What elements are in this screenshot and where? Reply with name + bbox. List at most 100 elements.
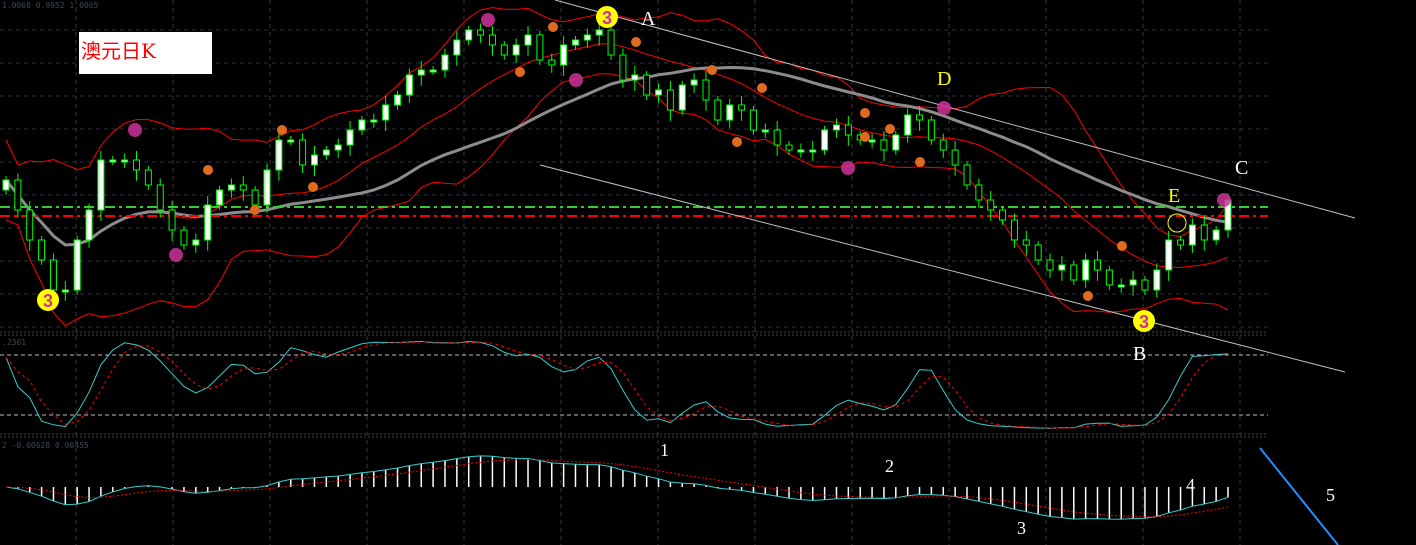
candle-bullish (524, 34, 532, 46)
signal-marker-orange (548, 22, 558, 32)
candle-bearish (49, 259, 57, 291)
candle-bullish (382, 104, 390, 121)
annotation-5: 5 (1326, 485, 1335, 505)
candle-bullish (61, 289, 69, 293)
candle-bullish (868, 139, 876, 143)
stochastic-values: .2361 (2, 338, 27, 347)
signal-marker-magenta (1217, 193, 1231, 207)
candle-bullish (797, 149, 805, 153)
signal-marker-orange (515, 67, 525, 77)
candlestick-chart: 3 3 3 (0, 0, 1356, 545)
candle-bullish (465, 29, 473, 41)
title-label-box: 澳元日K (79, 32, 212, 74)
annotation-3: 3 (1017, 518, 1026, 538)
signal-marker-magenta (128, 123, 142, 137)
candle-bearish (500, 44, 508, 56)
candle-bullish (1058, 264, 1066, 271)
candle-bearish (714, 99, 722, 121)
signal-marker-orange (308, 182, 318, 192)
candle-bullish (358, 119, 366, 131)
candle-bearish (548, 59, 556, 66)
candle-bearish (963, 164, 971, 186)
signal-marker-orange (860, 108, 870, 118)
candle-bullish (1117, 284, 1125, 288)
candle-bullish (394, 94, 402, 106)
candle-bearish (880, 139, 888, 151)
candle-bearish (643, 74, 651, 96)
signal-marker-orange (915, 157, 925, 167)
candle-bullish (192, 239, 200, 246)
signal-marker-orange (885, 124, 895, 134)
candle-bullish (85, 209, 93, 241)
candle-bullish (1188, 224, 1196, 246)
signal-marker-orange (1117, 241, 1127, 251)
candle-bearish (14, 179, 22, 211)
candle-bearish (477, 29, 485, 36)
candle-bullish (821, 129, 829, 151)
candle-bullish (417, 69, 425, 76)
candle-bullish (726, 104, 734, 121)
candle-bullish (1129, 279, 1137, 286)
candle-bullish (832, 124, 840, 131)
annotation-4: 4 (1186, 475, 1195, 495)
candle-bearish (773, 129, 781, 146)
candle-bearish (1105, 269, 1113, 286)
annotation-d: D (937, 68, 952, 90)
candle-bearish (156, 184, 164, 211)
macd-line (5, 455, 1229, 520)
bollinger-lower (5, 73, 1229, 327)
annotation-1: 1 (660, 440, 669, 460)
candle-bearish (144, 169, 152, 186)
signal-marker-orange (631, 37, 641, 47)
candle-bearish (168, 209, 176, 231)
candle-bearish (299, 139, 307, 166)
candle-bullish (441, 54, 449, 71)
signal-marker-magenta (841, 161, 855, 175)
main-pane-values: 1.0068 0.9952 1.0065 (2, 1, 99, 10)
candle-bullish (227, 184, 235, 191)
candle-bullish (1153, 269, 1161, 291)
candle-bearish (1010, 219, 1018, 241)
candle-bearish (1022, 239, 1030, 246)
candle-bullish (583, 34, 591, 41)
candle-bullish (121, 159, 129, 163)
candle-bullish (631, 74, 639, 81)
wave-3-label: 3 (602, 8, 612, 28)
candle-bullish (571, 39, 579, 46)
chart-window: 3 3 3 1.0068 0.9952 1.0065 .2361 2 -0.0062… (0, 0, 1416, 545)
candle-bullish (346, 129, 354, 146)
candle-bullish (405, 74, 413, 96)
candle-bullish (904, 114, 912, 136)
candle-bullish (109, 159, 117, 163)
candle-bullish (287, 139, 295, 143)
candle-bullish (310, 154, 318, 166)
signal-marker-orange (277, 125, 287, 135)
candle-bearish (251, 189, 259, 206)
candle-bearish (180, 229, 188, 246)
candle-bullish (429, 69, 437, 73)
candle-bearish (607, 29, 615, 56)
candle-bearish (26, 209, 34, 241)
candle-bullish (322, 149, 330, 156)
wave-3-label: 3 (43, 291, 53, 311)
candle-bearish (939, 139, 947, 151)
signal-marker-magenta (481, 13, 495, 27)
candle-bullish (761, 129, 769, 133)
candle-bullish (97, 159, 105, 211)
candle-bearish (239, 184, 247, 191)
candle-bullish (1165, 239, 1173, 271)
candle-bullish (453, 39, 461, 56)
candle-bullish (370, 119, 378, 123)
signal-marker-magenta (169, 248, 183, 262)
annotation-e: E (1168, 185, 1181, 207)
candle-bullish (678, 84, 686, 111)
candle-bullish (560, 44, 568, 66)
candle-bearish (951, 149, 959, 166)
signal-marker-orange (860, 132, 870, 142)
candle-bearish (536, 34, 544, 61)
candle-bullish (263, 169, 271, 206)
candle-bearish (1093, 259, 1101, 271)
candle-bullish (2, 179, 10, 191)
candle-bullish (204, 204, 212, 241)
signal-marker-orange (1083, 291, 1093, 301)
